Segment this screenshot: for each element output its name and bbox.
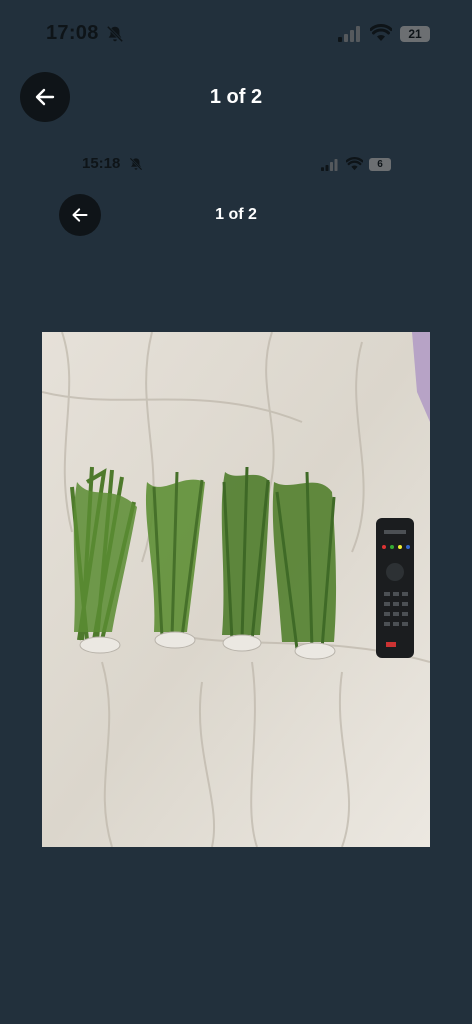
bell-slash-icon (129, 157, 143, 171)
inner-status-time: 15:18 (82, 155, 121, 172)
wifi-icon (370, 24, 392, 41)
status-bar: 17:08 21 (0, 0, 472, 70)
wifi-icon (346, 157, 363, 171)
tv-remote (376, 518, 414, 658)
status-time: 17:08 (46, 22, 99, 44)
page-counter: 1 of 2 (209, 86, 263, 108)
battery-icon: 21 (400, 26, 430, 42)
bell-slash-icon (106, 25, 124, 43)
battery-icon: 6 (369, 158, 391, 171)
inner-status-bar: 15:18 6 (0, 150, 472, 180)
product-photo (42, 332, 430, 847)
inner-page-counter: 1 of 2 (215, 206, 257, 223)
cellular-signal-icon (321, 159, 338, 171)
aquarium-plant-4 (272, 471, 337, 660)
cellular-signal-icon (338, 26, 360, 42)
